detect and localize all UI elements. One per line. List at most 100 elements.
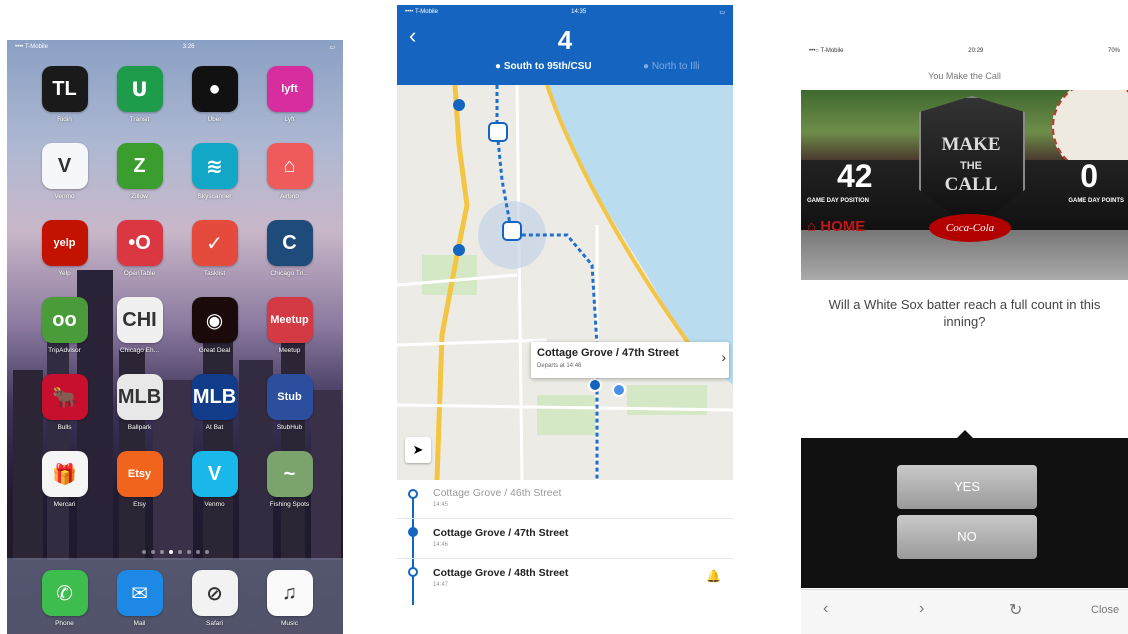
chevron-right-icon: ›	[721, 349, 726, 365]
app-ballpark[interactable]: MLB Ballpark	[102, 374, 177, 431]
page-indicator[interactable]	[7, 550, 343, 554]
app-music[interactable]: ♫ Music	[252, 570, 327, 627]
stop-row[interactable]: Cottage Grove / 47th Street 14:46	[397, 520, 733, 559]
app-label: Airbnb	[280, 193, 299, 200]
carrier-label: •••• T-Mobile	[15, 44, 48, 50]
logo-make: MAKE	[941, 134, 1001, 155]
safari-icon: ⊘	[191, 570, 238, 616]
app-phone[interactable]: ✆ Phone	[27, 570, 102, 627]
app-skyscanner[interactable]: ≋ Skyscanner	[177, 143, 252, 200]
app-label: Skyscanner	[197, 193, 232, 200]
close-button[interactable]: Close	[1091, 604, 1119, 616]
home-label: HOME	[820, 218, 866, 235]
meetup-icon: Meetup	[266, 297, 313, 343]
airbnb-icon: ⌂	[266, 143, 313, 189]
home-button[interactable]: ⌂ HOME	[807, 218, 865, 235]
status-bar: •••• T-Mobile 3:26 ▭	[7, 40, 343, 54]
app-label: Mail	[133, 620, 146, 627]
app-label: Meetup	[278, 347, 301, 354]
route-map[interactable]: Cottage Grove / 47th Street Departs at 1…	[397, 85, 733, 480]
no-button[interactable]: NO	[897, 515, 1037, 559]
app-mlb[interactable]: MLB At Bat	[177, 374, 252, 431]
page-title: You Make the Call	[928, 71, 1001, 81]
app-fishing[interactable]: ~ Fishing Spots	[252, 451, 327, 508]
app-label: Venmo	[54, 193, 75, 200]
zillow-icon: Z	[116, 143, 163, 189]
app-tribune[interactable]: C Chicago Tri...	[252, 220, 327, 277]
app-label: Ridin	[57, 116, 72, 123]
stop-row[interactable]: Cottage Grove / 48th Street 14:47 🔔	[397, 560, 733, 598]
app-meetup[interactable]: Meetup Meetup	[252, 297, 327, 354]
app-label: Great Deal	[198, 347, 231, 354]
app-venmo[interactable]: V Venmo	[27, 143, 102, 200]
battery-label: 70%	[1107, 48, 1120, 54]
app-zillow[interactable]: Z Zillow	[102, 143, 177, 200]
app-label: Chicago Tri...	[270, 270, 309, 277]
app-label: Tasklist	[203, 270, 226, 277]
app-tripadvisor[interactable]: oo TripAdvisor	[27, 297, 102, 354]
app-transit[interactable]: ᑌ Transit	[102, 66, 177, 123]
app-label: Zillow	[131, 193, 148, 200]
opentable-icon: •O	[116, 220, 163, 266]
fishing-icon: ~	[266, 451, 313, 497]
sponsor-logo: Coca-Cola	[929, 214, 1011, 242]
stop-time: 14:45	[433, 502, 449, 508]
app-yelp[interactable]: yelp Yelp	[27, 220, 102, 277]
yes-button[interactable]: YES	[897, 465, 1037, 509]
direction-south-tab[interactable]: ● South to 95th/CSU	[495, 61, 592, 72]
app-stubhub[interactable]: Stub StubHub	[252, 374, 327, 431]
tripadvisor-icon: oo	[41, 297, 88, 343]
logo-call: CALL	[944, 174, 998, 195]
app-tasks[interactable]: ✓ Tasklist	[177, 220, 252, 277]
app-mercari[interactable]: 🎁 Mercari	[27, 451, 102, 508]
carrier-label: •••• T-Mobile	[405, 9, 438, 15]
lyft-icon: lyft	[266, 66, 313, 112]
app-deal[interactable]: ◉ Great Deal	[177, 297, 252, 354]
app-opentable[interactable]: •O OpenTable	[102, 220, 177, 277]
app-safari[interactable]: ⊘ Safari	[177, 570, 252, 627]
battery-icon: ▭	[329, 44, 335, 51]
app-label: Yelp	[58, 270, 71, 277]
app-label: Chicago Eh...	[119, 347, 160, 354]
location-arrow-icon[interactable]: ➤	[405, 437, 431, 463]
app-label: OpenTable	[123, 270, 156, 277]
stop-name: Cottage Grove / 46th Street	[433, 487, 562, 499]
mlb-icon: MLB	[191, 374, 238, 420]
points-caption: GAME DAY POINTS	[1068, 198, 1124, 204]
direction-north-tab[interactable]: ● North to Illi	[643, 61, 700, 72]
tribune-icon: C	[266, 220, 313, 266]
app-lyft[interactable]: lyft Lyft	[252, 66, 327, 123]
app-etsy[interactable]: Etsy Etsy	[102, 451, 177, 508]
app-vimeo[interactable]: V Venmo	[177, 451, 252, 508]
app-bulls[interactable]: 🐂 Bulls	[27, 374, 102, 431]
app-chicago[interactable]: CHI Chicago Eh...	[102, 297, 177, 354]
callout-title: Cottage Grove / 47th Street	[537, 347, 679, 359]
ballpark-icon: MLB	[116, 374, 163, 420]
app-uber[interactable]: ● Uber	[177, 66, 252, 123]
forward-arrow-icon[interactable]: ›	[919, 600, 924, 618]
question-text: Will a White Sox batter reach a full cou…	[828, 297, 1101, 329]
phone-icon: ✆	[41, 570, 88, 616]
app-label: Phone	[55, 620, 74, 627]
stop-row[interactable]: Cottage Grove / 46th Street 14:45	[397, 480, 733, 519]
app-airbnb[interactable]: ⌂ Airbnb	[252, 143, 327, 200]
refresh-icon[interactable]: ↻	[1009, 600, 1022, 620]
stop-callout[interactable]: Cottage Grove / 47th Street Departs at 1…	[531, 342, 729, 378]
app-label: Venmo	[204, 501, 225, 508]
back-arrow-icon[interactable]: ‹	[823, 600, 828, 618]
time-label: 20:29	[968, 48, 984, 54]
venmo-icon: V	[41, 143, 88, 189]
stubhub-icon: Stub	[266, 374, 313, 420]
app-label: Uber	[207, 116, 222, 123]
app-rideshare[interactable]: TL Ridin	[27, 66, 102, 123]
app-label: TripAdvisor	[48, 347, 81, 354]
skyscanner-icon: ≋	[191, 143, 238, 189]
etsy-icon: Etsy	[116, 451, 163, 497]
carrier-label: •••○ T-Mobile	[809, 48, 844, 54]
points-value: 0	[1080, 158, 1098, 194]
app-label: Music	[281, 620, 298, 627]
route-header: •••• T-Mobile 14:35 ▭ ‹ 4 ● South to 95t…	[397, 5, 733, 85]
app-mail[interactable]: ✉ Mail	[102, 570, 177, 627]
app-label: Fishing Spots	[269, 501, 310, 508]
bell-icon[interactable]: 🔔	[706, 569, 721, 583]
